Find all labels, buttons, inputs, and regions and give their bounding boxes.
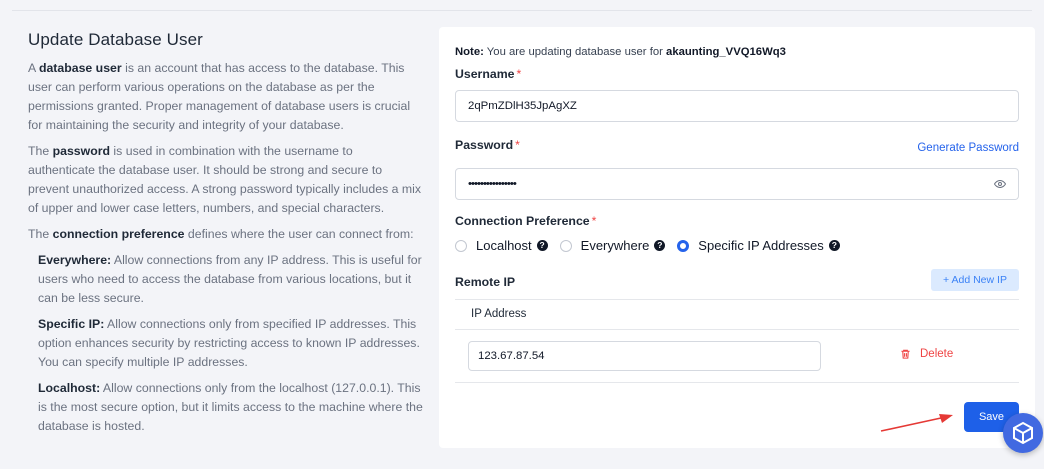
- remote-ip-label: Remote IP: [455, 275, 516, 289]
- everywhere-description: Everywhere: Allow connections from any I…: [38, 253, 422, 305]
- generate-password-link[interactable]: Generate Password: [917, 142, 1019, 154]
- password-label: Password *: [455, 138, 520, 152]
- connection-preference-group: Localhost ? Everywhere ? Specific IP Add…: [455, 238, 852, 253]
- username-label: Username *: [455, 67, 522, 81]
- ip-address-column-header: IP Address: [471, 308, 527, 320]
- help-widget-button[interactable]: [1003, 413, 1043, 453]
- cube-icon: [1013, 421, 1033, 445]
- ip-address-input[interactable]: 123.67.87.54: [468, 341, 821, 371]
- delete-ip-button[interactable]: Delete: [900, 348, 953, 360]
- radio-circle[interactable]: [559, 239, 572, 252]
- update-user-form: Note: You are updating database user for…: [439, 27, 1035, 448]
- radio-circle-selected[interactable]: [677, 239, 690, 252]
- radio-circle[interactable]: [455, 239, 467, 252]
- info-panel: Update Database User A database user is …: [28, 30, 423, 443]
- connection-preference-description: The connection preference defines where …: [28, 227, 414, 241]
- username-value: 2qPmZDlH35JpAgXZ: [468, 100, 577, 112]
- help-icon[interactable]: ?: [536, 240, 548, 251]
- password-description: The password is used in combination with…: [28, 144, 422, 215]
- trash-icon: [901, 349, 910, 359]
- localhost-description: Localhost: Allow connections only from t…: [38, 381, 423, 433]
- specific-ip-description: Specific IP: Allow connections only from…: [38, 317, 420, 369]
- ip-address-value: 123.67.87.54: [478, 350, 545, 362]
- page-title: Update Database User: [28, 30, 203, 49]
- add-new-ip-button[interactable]: + Add New IP: [931, 269, 1019, 291]
- update-note: Note: You are updating database user for…: [455, 46, 786, 58]
- username-field[interactable]: 2qPmZDlH35JpAgXZ: [455, 90, 1019, 122]
- password-field[interactable]: ••••••••••••••••: [455, 168, 1019, 200]
- help-icon[interactable]: ?: [828, 240, 840, 251]
- annotation-arrow-icon: [880, 414, 953, 432]
- help-icon[interactable]: ?: [654, 240, 666, 251]
- password-value: ••••••••••••••••: [468, 178, 517, 190]
- top-divider: [12, 10, 1032, 11]
- table-divider: [455, 299, 1019, 300]
- table-divider: [455, 329, 1019, 330]
- table-divider: [455, 382, 1019, 383]
- radio-specific-ip[interactable]: Specific IP Addresses ?: [677, 238, 840, 253]
- eye-icon[interactable]: [994, 178, 1006, 190]
- database-user-description: A database user is an account that has a…: [28, 61, 411, 132]
- radio-everywhere[interactable]: Everywhere ?: [559, 238, 666, 253]
- connection-preference-label: Connection Preference *: [455, 214, 597, 228]
- radio-localhost[interactable]: Localhost ?: [455, 238, 548, 253]
